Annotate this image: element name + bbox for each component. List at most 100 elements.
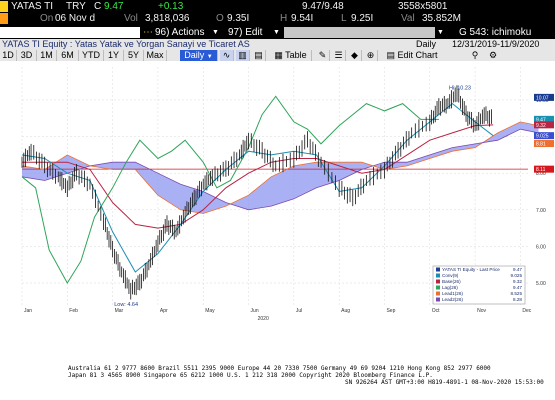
x-axis-tick-label: Aug: [341, 308, 350, 314]
legend-entry-value: 8.28: [513, 297, 522, 302]
bar-chart-icon[interactable]: ▤: [252, 50, 266, 61]
volume-value: 3,818,036: [145, 13, 190, 24]
footer-contacts-line2: Japan 81 3 4565 8900 Singapore 65 6212 1…: [68, 372, 433, 379]
value-tag-text: 9.32: [536, 123, 546, 129]
frequency-select-value: Daily: [184, 50, 205, 60]
events-icon[interactable]: ◆: [348, 50, 362, 61]
legend-entry-value: 9.025: [511, 273, 523, 278]
low-label: L: [341, 13, 347, 24]
x-axis-tick-label: Nov: [477, 308, 486, 314]
security-flag-icon: [0, 1, 8, 12]
value-tag-text: 8.81: [536, 142, 546, 148]
legend-swatch: [436, 267, 440, 272]
layout-select[interactable]: [284, 27, 435, 38]
table-button[interactable]: ▦ Table: [270, 50, 312, 61]
range-button-1m[interactable]: 1M: [37, 50, 57, 61]
ichimoku-chart[interactable]: Low: 4.64Hi: 10.235.006.007.008.009.0010…: [0, 61, 555, 360]
legend-entry-value: 8.525: [511, 291, 523, 296]
y-axis-tick-label: 6.00: [536, 244, 546, 250]
range-button-5y[interactable]: 5Y: [124, 50, 144, 61]
quote-date: 06 Nov d: [55, 13, 96, 24]
x-axis-tick-label: Apr: [160, 308, 168, 314]
footer-session-line: SN 926264 AST GMT+3:00 H819-4891-1 08-No…: [345, 379, 544, 386]
x-axis-tick-label: May: [205, 308, 215, 314]
x-axis-tick-label: Jun: [251, 308, 259, 314]
range-button-1y[interactable]: 1Y: [104, 50, 124, 61]
edit-menu[interactable]: 97) Edit: [228, 26, 262, 39]
range-button-1d[interactable]: 1D: [0, 50, 17, 61]
on-label: On: [40, 13, 54, 24]
table-label: Table: [285, 50, 307, 60]
frequency-label: Daily: [416, 39, 437, 49]
frequency-dropdown-icon: ▼: [206, 54, 213, 60]
y-axis-tick-label: 5.00: [536, 281, 546, 287]
range-toolbar: 1D 3D 1M 6M YTD 1Y 5Y Max Daily ▼ ∿ ▥ ▤ …: [0, 50, 555, 61]
legend-swatch: [436, 291, 440, 296]
range-button-ytd[interactable]: YTD: [79, 50, 104, 61]
x-axis-year-label: 2020: [258, 316, 269, 322]
legend-entry-name: Lag(26): [442, 285, 458, 290]
x-axis-tick-label: Mar: [115, 308, 124, 314]
value-label: Val: [401, 13, 415, 24]
range-button-max[interactable]: Max: [144, 50, 167, 61]
function-title: G 543: ichimoku: [459, 27, 532, 38]
legend-swatch: [436, 285, 440, 290]
value-traded: 35.852M: [422, 13, 461, 24]
edit-chart-icon: ▤: [386, 50, 395, 60]
security-type-icon: [0, 13, 8, 24]
chart-type-icon[interactable]: ▥: [236, 50, 250, 61]
edit-dropdown-icon[interactable]: ▼: [273, 26, 280, 39]
bloomberg-footer: Australia 61 2 9777 8600 Brazil 5511 239…: [0, 360, 555, 400]
settings-icon[interactable]: ⚙: [486, 50, 500, 61]
news-icon[interactable]: ☰: [332, 50, 346, 61]
legend-entry-name: Lead1(26): [442, 291, 463, 296]
ticker-row-stats: On 06 Nov d Vol 3,818,036 O 9.35I H 9.54…: [0, 12, 555, 25]
chart-canvas[interactable]: Low: 4.64Hi: 10.235.006.007.008.009.0010…: [0, 61, 555, 360]
x-axis-tick-label: Sep: [386, 308, 395, 314]
high-price-label: Hi: 10.23: [449, 86, 471, 92]
legend-entry-value: 9.47: [513, 285, 522, 290]
actions-dropdown-icon[interactable]: ▼: [212, 26, 219, 39]
frequency-select[interactable]: Daily ▼: [180, 50, 218, 61]
layout-dropdown-icon[interactable]: ▼: [437, 26, 444, 39]
table-icon: ▦: [274, 50, 283, 60]
low-value: 9.25I: [351, 13, 374, 24]
x-axis-tick-label: Jan: [24, 308, 32, 314]
zoom-icon[interactable]: ⊕: [364, 50, 378, 61]
legend-entry-name: Conv(9): [442, 273, 459, 278]
value-tag-text: 8.11: [536, 167, 546, 173]
legend-entry-name: YATAS TI Equity - Last Price: [442, 267, 500, 272]
range-button-3d[interactable]: 3D: [17, 50, 37, 61]
chart-background: [0, 61, 555, 360]
footer-contacts-line1: Australia 61 2 9777 8600 Brazil 5511 239…: [68, 365, 491, 372]
volume-label: Vol: [124, 13, 138, 24]
legend-entry-value: 9.47: [513, 267, 522, 272]
security-name: YATAS TI Equity : Yatas Yatak ve Yorgan …: [2, 39, 250, 49]
annotation-icon[interactable]: ✎: [316, 50, 330, 61]
legend-entry-name: Base(26): [442, 279, 461, 284]
actions-menu[interactable]: 96) Actions: [155, 26, 204, 39]
high-value: 9.54I: [291, 13, 314, 24]
open-label: O: [216, 13, 224, 24]
high-label: H: [280, 13, 288, 24]
ellipsis-icon[interactable]: ⋯: [143, 26, 153, 39]
legend-entry-name: Lead2(26): [442, 297, 463, 302]
y-axis-tick-label: 7.00: [536, 208, 546, 214]
x-axis-tick-label: Dec: [522, 308, 531, 314]
security-title-bar: YATAS TI Equity : Yatas Yatak ve Yorgan …: [0, 39, 555, 50]
range-button-6m[interactable]: 6M: [57, 50, 79, 61]
line-chart-icon[interactable]: ∿: [220, 50, 234, 61]
command-line-field[interactable]: [0, 27, 140, 38]
open-value: 9.35I: [227, 13, 250, 24]
ticker-band: YATAS TI TRY C 9.47 +0.13 9.47/9.48 3558…: [0, 0, 555, 26]
edit-chart-button[interactable]: ▤ Edit Chart: [386, 50, 438, 61]
legend-entry-value: 9.32: [513, 279, 522, 284]
x-axis-tick-label: Feb: [69, 308, 78, 314]
legend-swatch: [436, 279, 440, 284]
value-tag-text: 9.025: [536, 134, 549, 140]
edit-chart-label: Edit Chart: [397, 50, 438, 60]
x-axis-tick-label: Jul: [296, 308, 302, 314]
legend-swatch: [436, 273, 440, 278]
function-bar: ⋯ 96) Actions ▼ 97) Edit ▼ ▼ G 543: ichi…: [0, 26, 555, 39]
link-icon[interactable]: ⚲: [468, 50, 482, 61]
